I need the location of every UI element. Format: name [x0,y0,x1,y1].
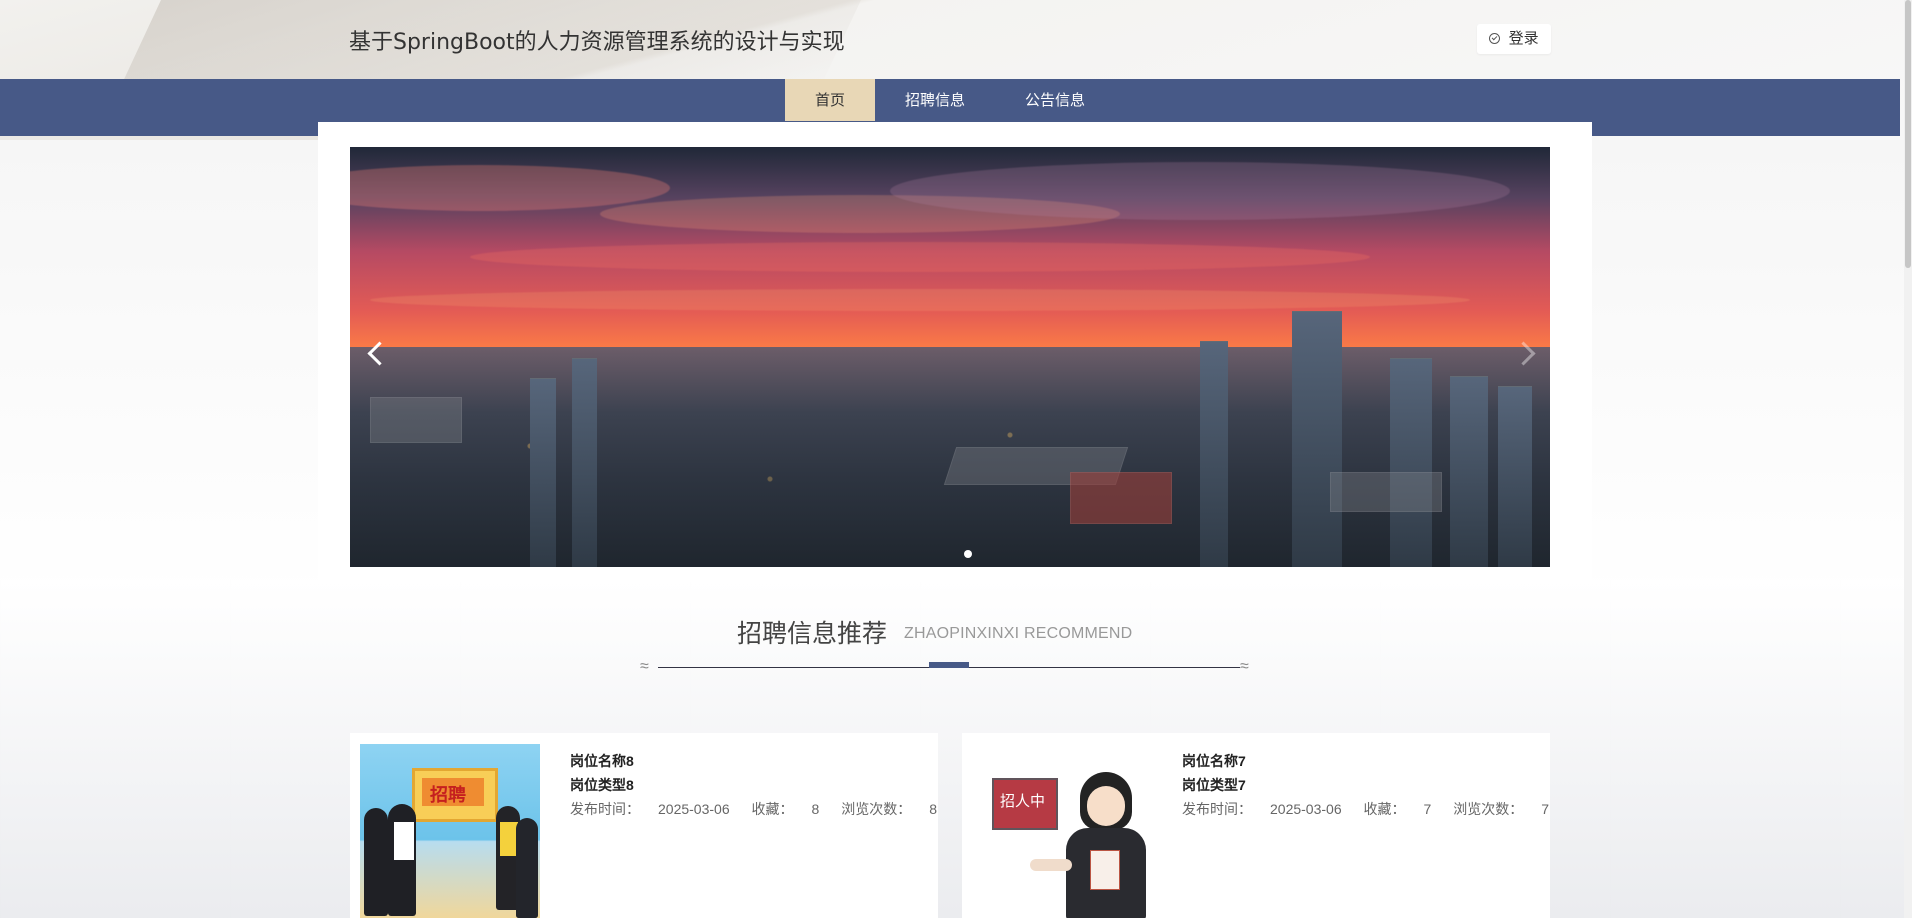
banner-next-button[interactable] [1511,341,1536,366]
city-tower [1200,341,1228,567]
job-meta: 发布时间： 2025-03-06 收藏： 7 浏览次数： 7 [1182,797,1567,821]
woman-arm [1030,859,1072,871]
job-card-text: 岗位名称7 岗位类型7 发布时间： 2025-03-06 收藏： 7 浏览次数： 7 [1182,749,1567,821]
page: 基于SpringBoot的人力资源管理系统的设计与实现 登录 首页 招聘信息 公… [0,0,1912,918]
sunset-cloud [470,242,1370,272]
section-divider-accent [929,662,969,668]
resume-paper [1090,850,1120,890]
header: 基于SpringBoot的人力资源管理系统的设计与实现 登录 [0,0,1912,79]
section-subtitle: ZHAOPINXINXI RECOMMEND [904,625,1133,642]
city-tower [1390,358,1432,567]
job-title: 岗位名称8 [570,753,634,769]
nav-item-recruitment-label: 招聘信息 [905,91,966,109]
sunset-cloud [350,165,670,211]
publish-time: 2025-03-06 [1270,801,1342,817]
recruitment-image: 招人中 [972,744,1152,918]
city-tower [1450,376,1488,567]
publish-time-label: 发布时间： [570,801,640,817]
city-tower [572,358,597,567]
login-button[interactable]: 登录 [1477,24,1551,54]
person-figure [364,808,388,916]
nav-item-announcements[interactable]: 公告信息 [995,79,1115,121]
city-block [370,397,462,443]
nav-item-home[interactable]: 首页 [785,79,876,121]
city-tower [1292,311,1342,567]
sunset-cloud [890,162,1510,220]
check-circle-icon [1489,33,1501,44]
woman-figure-face [1087,786,1125,826]
job-card[interactable]: 招聘 岗位名称8 岗位类型8 发布时间： 2025-03-06 收藏： 8 浏览次数… [350,733,938,918]
favorites-label: 收藏： [1363,801,1406,817]
site-title: 基于SpringBoot的人力资源管理系统的设计与实现 [349,30,845,55]
nav-item-recruitment[interactable]: 招聘信息 [875,79,995,121]
nav-item-home-label: 首页 [815,91,846,109]
views-label: 浏览次数： [1453,801,1524,817]
job-type: 岗位类型8 [570,777,634,793]
city-block [1330,472,1442,512]
publish-time-label: 发布时间： [1182,801,1252,817]
sign-text: 招聘 [430,785,466,806]
person-figure [394,822,414,860]
banner-prev-button[interactable] [364,341,392,366]
views-count: 7 [1541,801,1549,817]
publish-time: 2025-03-06 [658,801,730,817]
section-title: 招聘信息推荐 [737,619,888,648]
scrollbar-thumb[interactable] [1905,0,1911,268]
vertical-scrollbar[interactable] [1904,0,1912,918]
right-ornament-icon: ≈ [1240,658,1249,675]
favorites-label: 收藏： [751,801,794,817]
sign-text: 招人中 [1000,792,1046,810]
city-tower [1498,386,1532,567]
person-figure [516,818,538,918]
job-type: 岗位类型7 [1182,777,1246,793]
views-label: 浏览次数： [841,801,912,817]
job-meta: 发布时间： 2025-03-06 收藏： 8 浏览次数： 8 [570,797,955,821]
chevron-right-icon [1511,341,1536,366]
hero-banner[interactable] [350,147,1550,567]
sunset-cloud [370,289,1470,311]
city-block [1070,472,1172,524]
nav-menu: 首页 招聘信息 公告信息 [785,79,1115,121]
city-tower [530,378,556,567]
nav-item-announcements-label: 公告信息 [1025,91,1086,109]
favorites-count: 7 [1423,801,1432,817]
favorites-count: 8 [811,801,820,817]
job-card[interactable]: 招人中 岗位名称7 岗位类型7 发布时间： 2025-03-06 收藏： 7 浏览次… [962,733,1550,918]
job-card-text: 岗位名称8 岗位类型8 发布时间： 2025-03-06 收藏： 8 浏览次数： 8 [570,749,955,821]
banner-dot[interactable] [964,550,972,558]
person-figure [388,804,416,916]
job-title: 岗位名称7 [1182,753,1246,769]
recruitment-image: 招聘 [360,744,540,918]
views-count: 8 [929,801,937,817]
login-label: 登录 [1508,30,1539,47]
